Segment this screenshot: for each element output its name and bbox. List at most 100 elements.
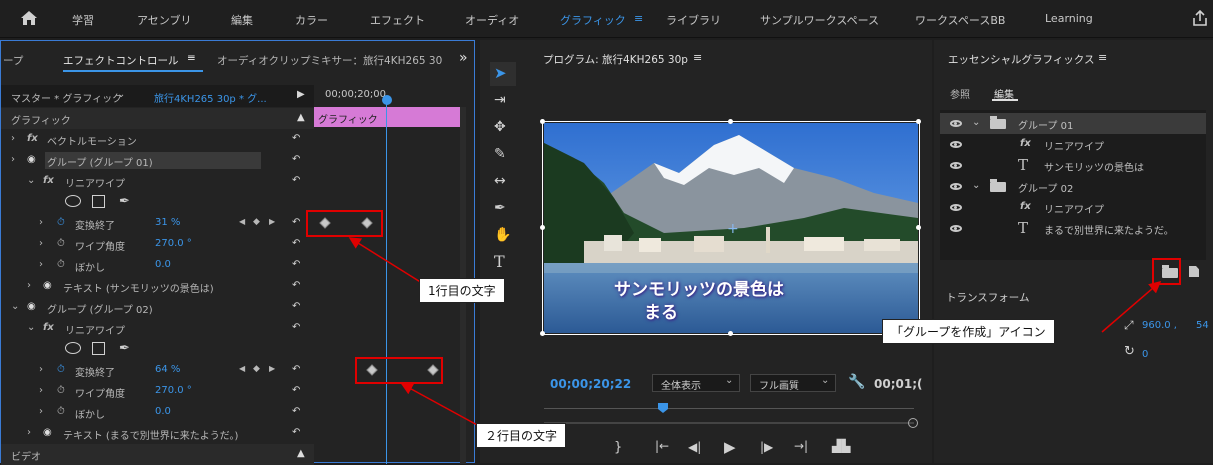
workspace-editing[interactable]: 編集 <box>231 12 253 28</box>
param-value[interactable]: 64 % <box>155 364 180 375</box>
reset-icon[interactable]: ↶ <box>292 280 300 291</box>
chevron-down-icon[interactable]: ⌄ <box>972 180 980 191</box>
layer-group-02[interactable]: ⌄ グループ 02 <box>940 176 1206 197</box>
playhead-marker[interactable] <box>658 403 668 413</box>
reset-icon[interactable]: ↶ <box>292 238 300 249</box>
chevron-down-icon[interactable]: ⌄ <box>117 89 125 100</box>
quality-select[interactable]: フル画質 ⌄ <box>750 374 836 392</box>
program-monitor-title[interactable]: プログラム: 旅行4KH265 30p <box>543 52 688 67</box>
add-keyframe-icon[interactable]: ◆ <box>253 217 260 227</box>
tab-browse[interactable]: 参照 <box>950 86 970 101</box>
workspace-graphics[interactable]: グラフィック <box>560 12 626 28</box>
effect-row-text-1[interactable]: › ◉ テキスト (サンモリッツの景色は) ↶ <box>1 276 314 297</box>
stopwatch-icon[interactable]: ⏱ <box>57 406 65 417</box>
param-value[interactable]: 31 % <box>155 217 180 228</box>
eye-icon[interactable]: ◉ <box>43 280 52 291</box>
effect-row-group-02[interactable]: ⌄ ◉ グループ (グループ 02) ↶ <box>1 297 314 318</box>
reset-icon[interactable]: ↶ <box>292 322 300 333</box>
type-tool-icon[interactable]: T <box>494 252 505 271</box>
stopwatch-icon[interactable]: ⏱ <box>57 217 65 228</box>
param-value[interactable]: 270.0 ° <box>155 385 192 396</box>
reset-icon[interactable]: ↶ <box>292 133 300 144</box>
slip-tool-icon[interactable]: ↔ <box>494 173 506 189</box>
eye-icon[interactable]: ◉ <box>43 427 52 438</box>
mark-out-icon[interactable]: } <box>614 440 622 455</box>
pen-tool-icon[interactable]: ✒ <box>494 200 506 216</box>
chevron-right-icon[interactable]: › <box>39 364 43 375</box>
go-to-in-icon[interactable]: |← <box>655 439 669 453</box>
reset-icon[interactable]: ↶ <box>292 406 300 417</box>
param-value[interactable]: 0.0 <box>155 259 171 270</box>
eye-icon[interactable]: ◉ <box>27 301 36 312</box>
tab-effect-controls[interactable]: エフェクトコントロール <box>63 53 179 68</box>
param-row-transition-completion-2[interactable]: › ⏱ 変換終了 64 % ◀ ◆ ▶ ↶ <box>1 360 314 381</box>
add-keyframe-icon[interactable]: ◆ <box>253 364 260 374</box>
reset-icon[interactable]: ↶ <box>292 364 300 375</box>
param-value[interactable]: 270.0 ° <box>155 238 192 249</box>
master-label[interactable]: マスター * グラフィック <box>11 90 122 105</box>
chevron-right-icon[interactable]: › <box>11 154 15 165</box>
next-keyframe-icon[interactable]: ▶ <box>269 217 275 226</box>
chevron-right-icon[interactable]: › <box>27 280 31 291</box>
chevron-right-icon[interactable]: › <box>39 406 43 417</box>
handle[interactable] <box>540 331 545 336</box>
ripple-edit-tool-icon[interactable]: ✥ <box>494 119 506 135</box>
panel-menu-icon[interactable]: ≡ <box>187 52 196 64</box>
ellipse-mask-icon[interactable] <box>65 195 81 207</box>
eye-icon[interactable] <box>950 225 962 232</box>
handle[interactable] <box>728 331 733 336</box>
workspace-learn[interactable]: 学習 <box>72 12 94 28</box>
effect-row-text-2[interactable]: › ◉ テキスト (まるで別世界に来たようだ。) ↶ <box>1 423 314 444</box>
essential-graphics-title[interactable]: エッセンシャルグラフィックス <box>948 52 1094 67</box>
prev-keyframe-icon[interactable]: ◀ <box>239 364 245 373</box>
workspace-assembly[interactable]: アセンブリ <box>137 12 191 28</box>
zoom-select[interactable]: 全体表示 ⌄ <box>652 374 740 392</box>
param-row-transition-completion-1[interactable]: › ⏱ 変換終了 31 % ◀ ◆ ▶ ↶ <box>1 213 314 234</box>
rectangle-mask-icon[interactable] <box>92 342 105 355</box>
chevron-right-icon[interactable]: › <box>27 427 31 438</box>
chevron-right-icon[interactable]: › <box>39 217 43 228</box>
workspace-effects[interactable]: エフェクト <box>370 12 425 28</box>
play-only-icon[interactable]: ▶ <box>297 89 305 100</box>
razor-tool-icon[interactable]: ✎ <box>494 146 506 162</box>
home-icon[interactable] <box>20 10 38 26</box>
track-select-tool-icon[interactable]: ⇥ <box>494 92 506 108</box>
effect-row-group-01[interactable]: › ◉ グループ (グループ 01) ↶ <box>1 150 314 171</box>
workspace-bb[interactable]: ワークスペースBB <box>915 12 1005 28</box>
stopwatch-icon[interactable]: ⏱ <box>57 259 65 270</box>
handle[interactable] <box>540 225 545 230</box>
workspace-color[interactable]: カラー <box>295 12 328 28</box>
chevron-right-icon[interactable]: › <box>11 133 15 144</box>
next-keyframe-icon[interactable]: ▶ <box>269 364 275 373</box>
chevron-right-icon[interactable]: › <box>39 259 43 270</box>
eye-icon[interactable] <box>950 204 962 211</box>
layer-text-1[interactable]: T サンモリッツの景色は <box>940 155 1206 176</box>
collapse-up-icon[interactable]: ▲ <box>297 448 305 459</box>
insert-icon[interactable]: ▟▙ <box>832 439 850 453</box>
fx-icon[interactable]: fx <box>43 322 54 333</box>
reset-icon[interactable]: ↶ <box>292 301 300 312</box>
reset-icon[interactable]: ↶ <box>292 175 300 186</box>
effect-row-linear-wipe-1[interactable]: ⌄ fx リニアワイプ ↶ <box>1 171 314 192</box>
workspace-audio[interactable]: オーディオ <box>465 12 519 28</box>
rectangle-mask-icon[interactable] <box>92 195 105 208</box>
handle[interactable] <box>916 225 921 230</box>
eye-icon[interactable]: ◉ <box>27 154 36 165</box>
prev-keyframe-icon[interactable]: ◀ <box>239 217 245 226</box>
handle[interactable] <box>916 119 921 124</box>
tab-audio-clip-mixer[interactable]: オーディオクリップミキサー：旅行4KH265 30 <box>217 53 442 68</box>
graphic-clip-bar[interactable]: グラフィック <box>314 107 460 127</box>
selection-tool-icon[interactable]: ➤ <box>494 64 507 82</box>
param-row-feather-2[interactable]: › ⏱ ぼかし 0.0 ↶ <box>1 402 314 423</box>
collapse-up-icon[interactable]: ▲ <box>297 112 305 123</box>
chevron-down-icon[interactable]: ⌄ <box>27 175 35 186</box>
fx-icon[interactable]: fx <box>27 133 38 144</box>
reset-icon[interactable]: ↶ <box>292 385 300 396</box>
settings-wrench-icon[interactable]: 🔧 <box>848 374 865 390</box>
workspace-menu-icon[interactable]: ≡ <box>634 12 643 25</box>
chevron-down-icon[interactable]: ⌄ <box>27 322 35 333</box>
overflow-icon[interactable]: » <box>459 50 468 66</box>
rotation-value[interactable]: 0 <box>1142 349 1148 360</box>
panel-menu-icon[interactable]: ≡ <box>1098 51 1107 64</box>
clip-label[interactable]: 旅行4KH265 30p * グ... <box>154 90 267 105</box>
